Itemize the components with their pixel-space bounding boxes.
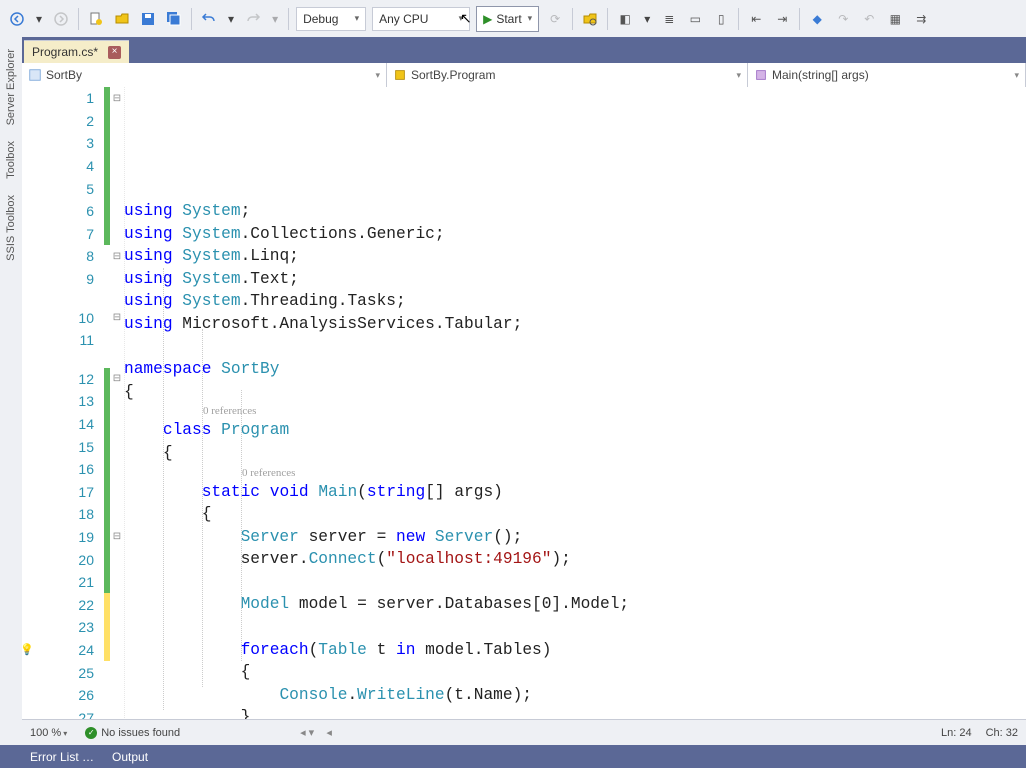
- rail-ssis-toolbox[interactable]: SSIS Toolbox: [5, 195, 17, 261]
- step1-icon[interactable]: ↷: [834, 10, 852, 28]
- more-icon[interactable]: ⇉: [912, 10, 930, 28]
- char-indicator: Ch: 32: [986, 727, 1018, 739]
- nav-type-dropdown[interactable]: SortBy.Program▾: [387, 63, 748, 87]
- file-tab-label: Program.cs*: [32, 45, 98, 59]
- nav-scope-dropdown[interactable]: SortBy▾: [22, 63, 387, 87]
- outdent-icon[interactable]: ⇤: [747, 10, 765, 28]
- image-tool-icon[interactable]: ◧: [616, 10, 634, 28]
- nav-member-dropdown[interactable]: Main(string[] args)▾: [748, 63, 1026, 87]
- window2-icon[interactable]: ▯: [712, 10, 730, 28]
- redo-icon[interactable]: [244, 10, 262, 28]
- code-editor[interactable]: 1⊟2345678⊟910⊟1112⊟13141516171819⊟202122…: [22, 87, 1026, 720]
- save-icon[interactable]: [139, 10, 157, 28]
- undo-caret-icon[interactable]: ▾: [224, 12, 238, 26]
- start-button[interactable]: ▶Start▾: [476, 6, 539, 32]
- step2-icon[interactable]: ↶: [860, 10, 878, 28]
- editor-status-bar: 100 %▾ ✓ No issues found ◂ ▾ ◂ Ln: 24 Ch…: [22, 719, 1026, 745]
- issues-label[interactable]: No issues found: [101, 727, 180, 739]
- file-tab-program[interactable]: Program.cs* ×: [24, 40, 129, 63]
- tool-icon[interactable]: ▦: [886, 10, 904, 28]
- new-item-icon[interactable]: [87, 10, 105, 28]
- platform-dropdown[interactable]: Any CPU▾: [372, 7, 470, 31]
- document-tab-well: Program.cs* ×: [22, 37, 1026, 63]
- ok-icon: ✓: [85, 727, 97, 739]
- undo-icon[interactable]: [200, 10, 218, 28]
- code-nav-bar: SortBy▾ SortBy.Program▾ Main(string[] ar…: [22, 63, 1026, 88]
- dropdown-caret-icon[interactable]: ▾: [32, 12, 46, 26]
- bottom-panel-bar: Error List … Output: [0, 745, 1026, 768]
- nav-back-icon[interactable]: [8, 10, 26, 28]
- indent-icon[interactable]: ⇥: [773, 10, 791, 28]
- save-all-icon[interactable]: [165, 10, 183, 28]
- line-indicator: Ln: 24: [941, 727, 972, 739]
- hot-reload-icon: ⟳: [546, 10, 564, 28]
- zoom-level[interactable]: 100 %▾: [30, 727, 67, 739]
- browse-icon[interactable]: [581, 10, 599, 28]
- rail-server-explorer[interactable]: Server Explorer: [5, 49, 17, 125]
- main-toolbar: ▾ ▾ ▾ Debug▾ Any CPU▾ ▶Start▾ ⟳ ◧▾ ≣ ▭ ▯…: [0, 0, 1026, 38]
- left-tool-rail: Server Explorer Toolbox SSIS Toolbox: [0, 37, 23, 768]
- tab-output[interactable]: Output: [112, 750, 148, 764]
- config-dropdown[interactable]: Debug▾: [296, 7, 366, 31]
- scroll-markers: ◂ ▾ ◂: [300, 726, 332, 739]
- rail-toolbox[interactable]: Toolbox: [5, 141, 17, 179]
- tab-error-list[interactable]: Error List …: [30, 750, 94, 764]
- redo-caret-icon[interactable]: ▾: [268, 12, 282, 26]
- list-icon[interactable]: ≣: [660, 10, 678, 28]
- window-icon[interactable]: ▭: [686, 10, 704, 28]
- nav-fwd-icon: [52, 10, 70, 28]
- bookmark-icon[interactable]: ◆: [808, 10, 826, 28]
- open-icon[interactable]: [113, 10, 131, 28]
- close-icon[interactable]: ×: [108, 46, 121, 59]
